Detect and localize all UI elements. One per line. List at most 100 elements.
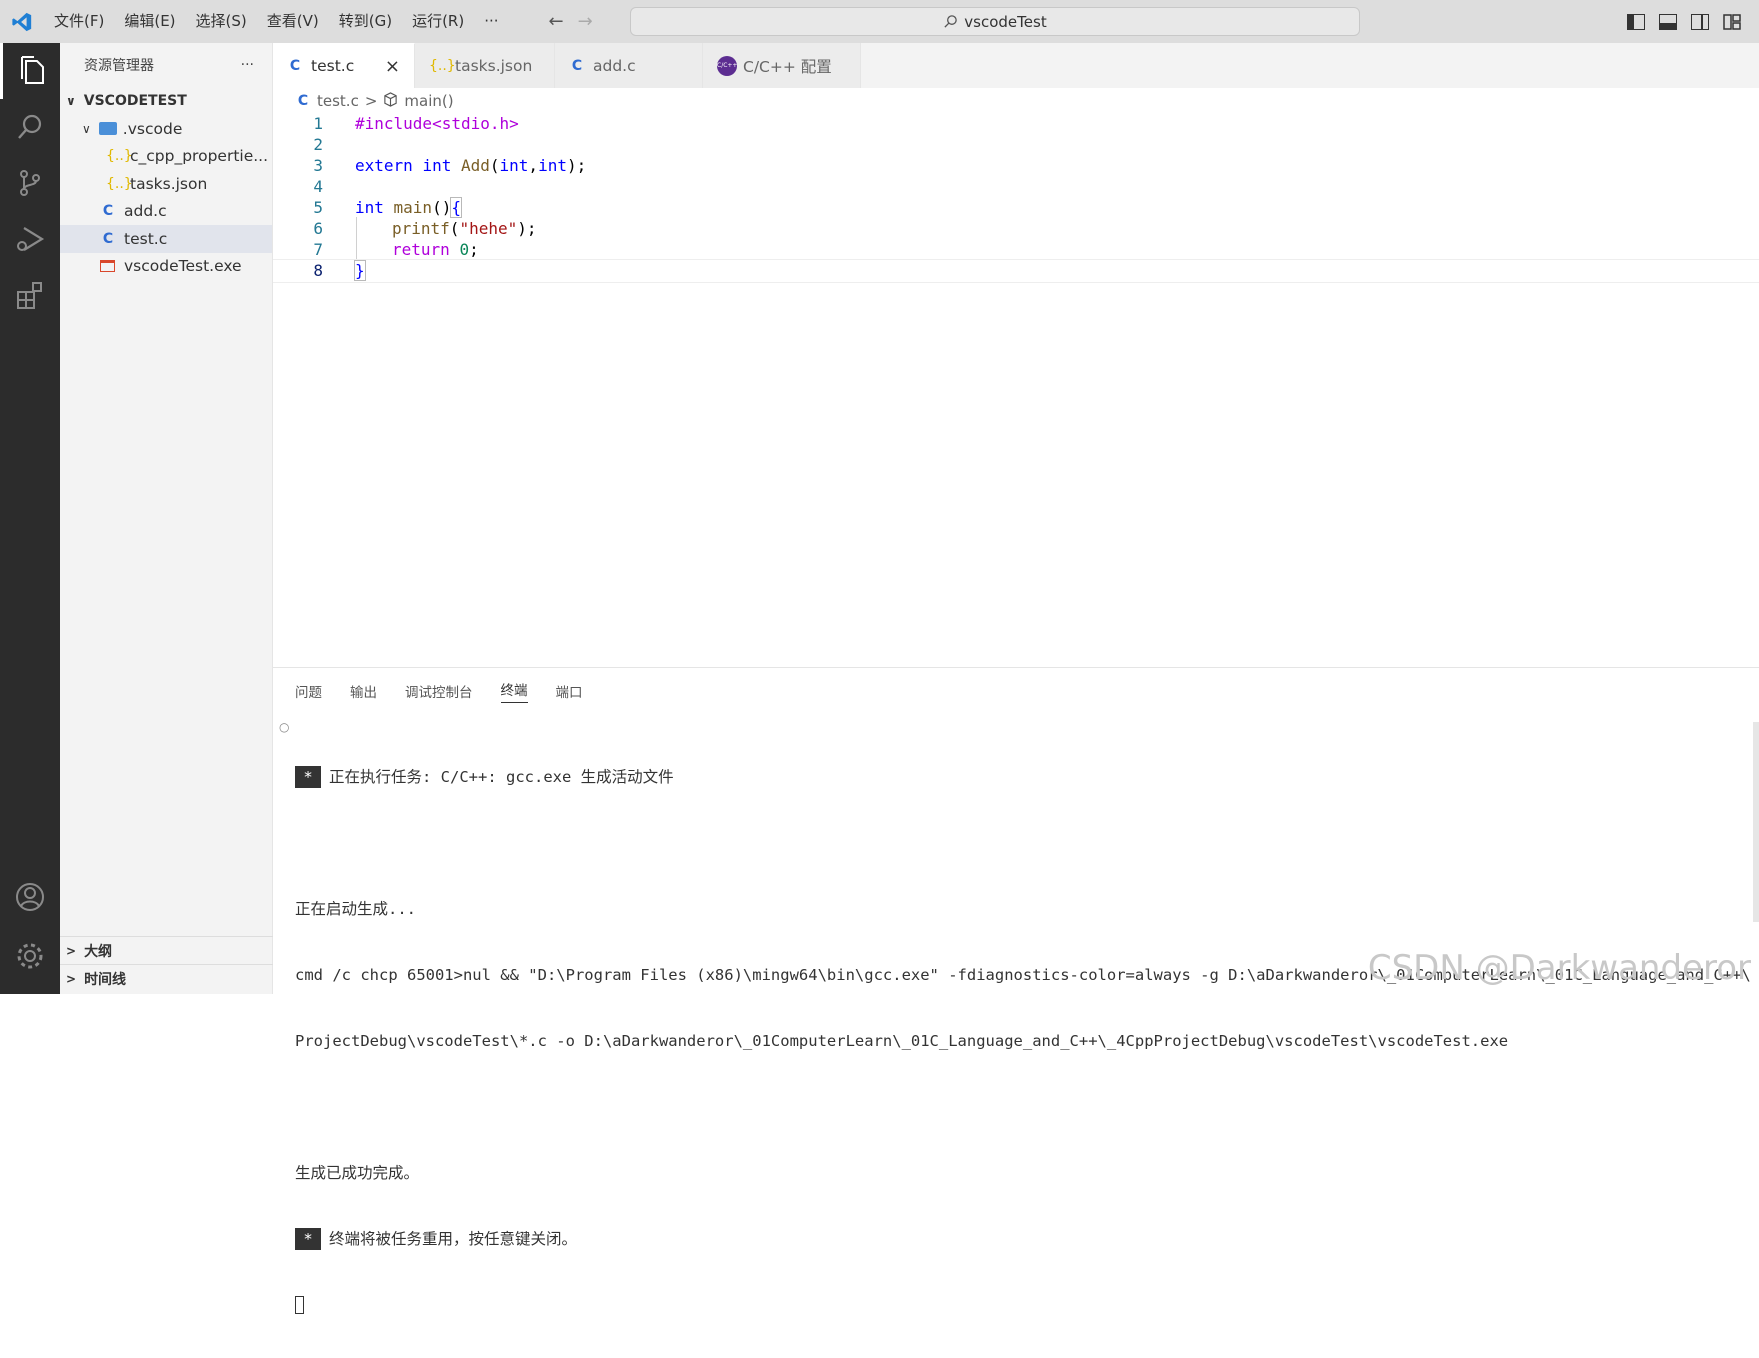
json-file-icon: {..} bbox=[106, 148, 133, 165]
line-number: 8 bbox=[313, 261, 323, 281]
folder-vscode-icon bbox=[98, 122, 117, 136]
breadcrumb-file[interactable]: test.c bbox=[317, 92, 359, 110]
menu-selection[interactable]: 选择(S) bbox=[186, 0, 257, 43]
explorer-header: 资源管理器 ··· bbox=[60, 43, 272, 87]
terminal-output[interactable]: * 正在执行任务: C/C++: gcc.exe 生成活动文件 正在启动生成...… bbox=[295, 716, 1750, 1358]
code-text: #include<stdio.h> bbox=[355, 114, 519, 134]
code-line: 7 return 0; bbox=[273, 238, 1759, 262]
tab-terminal[interactable]: 终端 bbox=[500, 679, 528, 703]
code-text: printf("hehe"); bbox=[392, 219, 537, 239]
forward-arrow-icon[interactable]: → bbox=[578, 11, 593, 32]
tree-file-c-cpp-properties[interactable]: {..} c_cpp_propertie... bbox=[60, 143, 272, 171]
code-line: 1 #include<stdio.h> bbox=[273, 112, 1759, 136]
code-text: } bbox=[354, 260, 366, 282]
tab-label: C/C++ 配置 bbox=[743, 57, 832, 76]
tab-label: tasks.json bbox=[455, 56, 533, 75]
tab-add-c[interactable]: C add.c bbox=[555, 43, 703, 88]
menu-run[interactable]: 运行(R) bbox=[402, 0, 474, 43]
tab-debug-console[interactable]: 调试控制台 bbox=[405, 681, 473, 701]
code-line: 5 int main(){ bbox=[273, 196, 1759, 220]
terminal-line: ProjectDebug\vscodeTest\*.c -o D:\aDarkw… bbox=[295, 1032, 1509, 1050]
menu-edit[interactable]: 编辑(E) bbox=[114, 0, 185, 43]
menu-view[interactable]: 查看(V) bbox=[257, 0, 329, 43]
tab-problems[interactable]: 问题 bbox=[295, 681, 322, 701]
json-file-icon: {..} bbox=[429, 57, 456, 74]
tab-tasks-json[interactable]: {..} tasks.json bbox=[415, 43, 555, 88]
terminal-cursor bbox=[295, 1296, 304, 1314]
activity-bar bbox=[0, 43, 60, 994]
line-number: 1 bbox=[313, 114, 323, 134]
terminal-circle-icon: ○ bbox=[279, 720, 290, 734]
task-star-badge: * bbox=[295, 766, 321, 788]
toggle-secondary-sidebar-icon[interactable] bbox=[1691, 13, 1709, 30]
tree-file-test-c[interactable]: C test.c bbox=[60, 225, 272, 253]
extensions-icon[interactable] bbox=[0, 267, 60, 323]
line-number: 2 bbox=[313, 135, 323, 155]
editor-tabs: C test.c × {..} tasks.json C add.c C/C++… bbox=[273, 43, 1759, 88]
watermark: CSDN @Darkwanderor bbox=[1367, 948, 1751, 988]
settings-gear-icon[interactable] bbox=[0, 928, 60, 984]
tree-label: test.c bbox=[124, 229, 168, 248]
bottom-panel: 问题 输出 调试控制台 终端 端口 ○ * 正在执行任务: C/C++: gcc.… bbox=[273, 667, 1759, 1314]
tab-ports[interactable]: 端口 bbox=[556, 681, 583, 701]
indent-guide bbox=[356, 217, 357, 259]
code-line-current: 8 } bbox=[273, 259, 1759, 283]
outline-label: 大纲 bbox=[84, 943, 113, 960]
tree-file-tasks-json[interactable]: {..} tasks.json bbox=[60, 170, 272, 198]
close-icon[interactable]: × bbox=[385, 56, 400, 77]
terminal-line: 正在启动生成... bbox=[295, 900, 416, 918]
tree-file-vscodetest-exe[interactable]: vscodeTest.exe bbox=[60, 253, 272, 281]
tab-output[interactable]: 输出 bbox=[350, 681, 377, 701]
explorer-icon[interactable] bbox=[0, 43, 60, 99]
command-center-search[interactable]: vscodeTest bbox=[630, 7, 1360, 36]
line-number: 6 bbox=[313, 219, 323, 239]
tab-test-c[interactable]: C test.c × bbox=[273, 43, 415, 88]
chevron-down-icon: ∨ bbox=[82, 121, 91, 136]
toggle-panel-icon[interactable] bbox=[1659, 13, 1677, 30]
search-icon bbox=[944, 15, 958, 28]
vscode-logo-icon bbox=[0, 0, 44, 43]
tree-folder-vscode[interactable]: ∨ .vscode bbox=[60, 115, 272, 143]
menu-bar: 文件(F) 编辑(E) 选择(S) 查看(V) 转到(G) 运行(R) ··· bbox=[44, 0, 509, 43]
c-file-icon: C bbox=[571, 57, 583, 74]
code-line: 4 bbox=[273, 175, 1759, 199]
c-file-icon: C bbox=[102, 203, 114, 220]
tree-label: .vscode bbox=[122, 119, 183, 138]
terminal-line: * 终端将被任务重用，按任意键关闭。 bbox=[295, 1228, 1750, 1250]
search-icon[interactable] bbox=[0, 99, 60, 155]
outline-section[interactable]: > 大纲 bbox=[60, 936, 273, 964]
run-debug-icon[interactable] bbox=[0, 211, 60, 267]
exe-file-icon bbox=[100, 260, 115, 273]
c-file-icon: C bbox=[297, 93, 309, 109]
code-text: int main(){ bbox=[355, 197, 462, 219]
tree-label: c_cpp_propertie... bbox=[130, 147, 269, 166]
cpp-extension-icon: C/C++ bbox=[717, 55, 737, 76]
menu-more[interactable]: ··· bbox=[474, 0, 508, 43]
line-number: 4 bbox=[313, 177, 323, 197]
breadcrumb: C test.c > main() bbox=[295, 90, 454, 112]
tree-label: vscodeTest.exe bbox=[124, 257, 242, 276]
explorer-more-icon[interactable]: ··· bbox=[241, 57, 254, 73]
source-control-icon[interactable] bbox=[0, 155, 60, 211]
search-text: vscodeTest bbox=[964, 12, 1047, 31]
breadcrumb-symbol[interactable]: main() bbox=[404, 92, 453, 110]
terminal-scrollbar[interactable] bbox=[1753, 722, 1759, 922]
customize-layout-icon[interactable] bbox=[1723, 13, 1741, 30]
workspace-root[interactable]: ∨ VSCODETEST bbox=[60, 87, 272, 115]
tab-cpp-config[interactable]: C/C++ C/C++ 配置 bbox=[703, 43, 861, 88]
timeline-label: 时间线 bbox=[84, 971, 127, 988]
tab-label: add.c bbox=[593, 56, 636, 75]
back-arrow-icon[interactable]: ← bbox=[549, 11, 564, 32]
timeline-section[interactable]: > 时间线 bbox=[60, 964, 273, 992]
tree-file-add-c[interactable]: C add.c bbox=[60, 198, 272, 226]
title-bar: 文件(F) 编辑(E) 选择(S) 查看(V) 转到(G) 运行(R) ··· … bbox=[0, 0, 1759, 43]
chevron-right-icon: > bbox=[66, 971, 77, 986]
chevron-right-icon: > bbox=[66, 943, 77, 958]
toggle-primary-sidebar-icon[interactable] bbox=[1627, 13, 1645, 30]
menu-go[interactable]: 转到(G) bbox=[329, 0, 402, 43]
accounts-icon[interactable] bbox=[0, 869, 60, 925]
cube-symbol-icon bbox=[383, 91, 398, 111]
code-editor[interactable]: 1 #include<stdio.h> 2 3 extern int Add(i… bbox=[273, 112, 1759, 667]
menu-file[interactable]: 文件(F) bbox=[44, 0, 114, 43]
chevron-down-icon: ∨ bbox=[66, 94, 76, 108]
